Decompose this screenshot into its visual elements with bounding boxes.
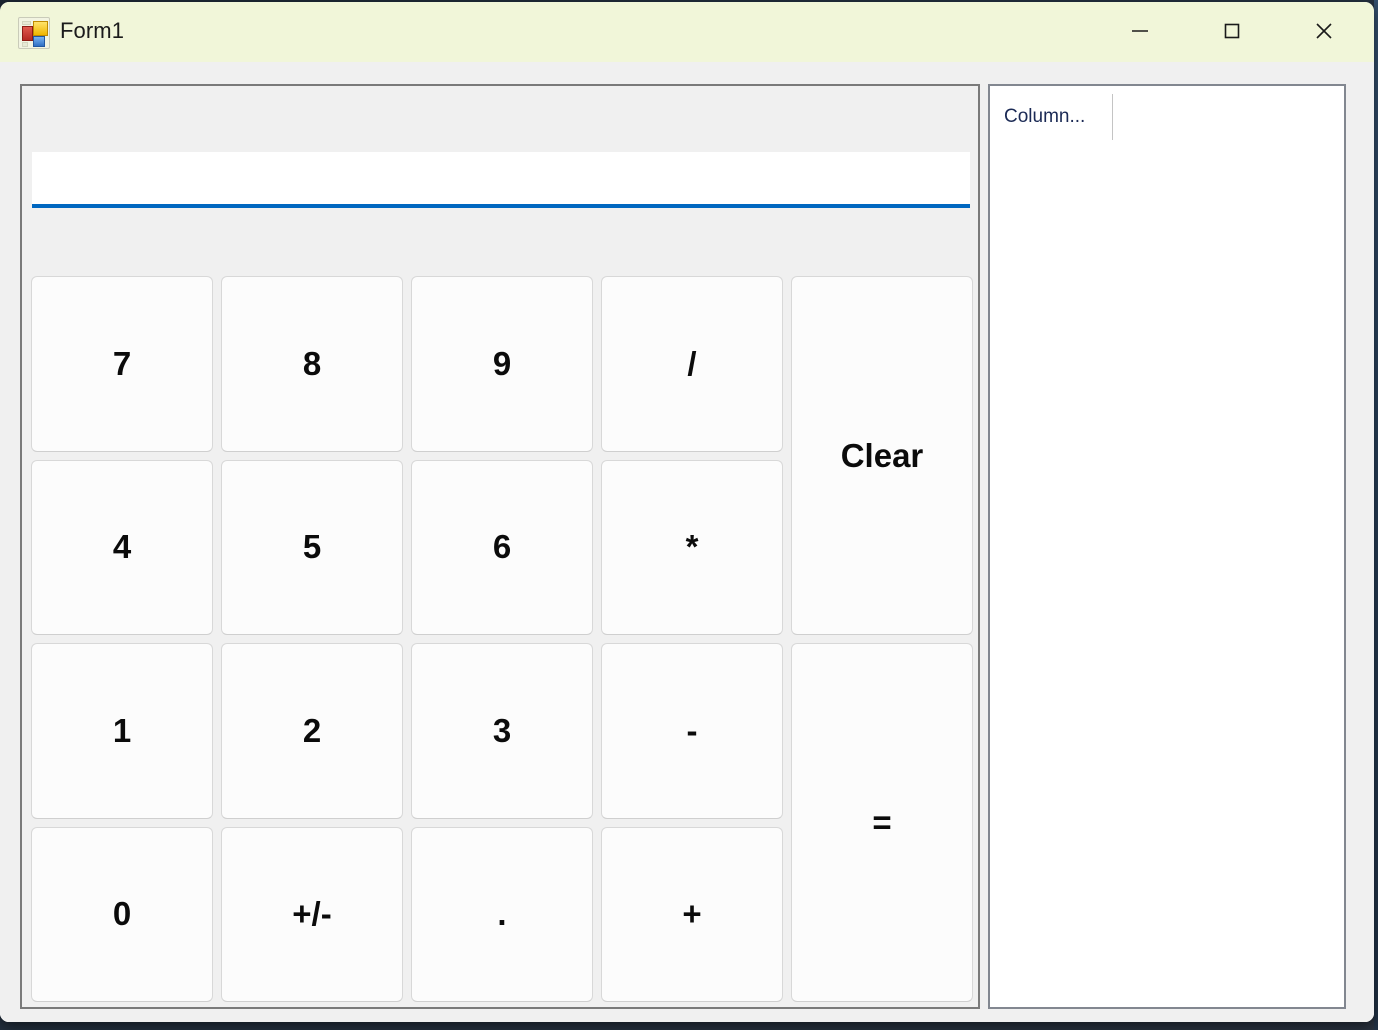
- form-client-area: 7 8 9/Clear 4 5 6 * 1 2 3- = 0 +/-. + Column...: [0, 62, 1374, 1022]
- key-digit-9[interactable]: 9: [411, 276, 593, 452]
- key-digit-6[interactable]: 6: [411, 459, 593, 635]
- calculator-panel: 7 8 9/Clear 4 5 6 * 1 2 3- = 0 +/-. +: [20, 84, 980, 1009]
- key-digit-1[interactable]: 1: [31, 643, 213, 819]
- keypad-grid: 7 8 9/Clear 4 5 6 * 1 2 3- = 0 +/-. +: [31, 276, 973, 1002]
- icon-blue-block: [33, 36, 45, 47]
- desktop-background: Form1 7 8 9 / Clear 4 5 6 * 1 2 3 - = 0 …: [0, 0, 1378, 1030]
- close-button[interactable]: [1278, 2, 1370, 60]
- grid-column-divider[interactable]: [1112, 94, 1113, 140]
- key-digit-8[interactable]: 8: [221, 276, 403, 452]
- form-bottom-strip: [0, 1012, 1374, 1022]
- key-operator-plus[interactable]: +: [601, 826, 783, 1002]
- data-grid-view[interactable]: Column...: [988, 84, 1346, 1009]
- maximize-icon: [1219, 18, 1245, 44]
- grid-header-row: Column...: [990, 86, 1344, 148]
- key-digit-4[interactable]: 4: [31, 459, 213, 635]
- title-bar: Form1: [0, 2, 1374, 62]
- icon-pale-bottom-left: [22, 42, 28, 47]
- key-digit-3[interactable]: 3: [411, 643, 593, 819]
- key-digit-7[interactable]: 7: [31, 276, 213, 452]
- key-clear-clear[interactable]: Clear: [791, 276, 973, 635]
- maximize-button[interactable]: [1186, 2, 1278, 60]
- key-operator-multiply[interactable]: *: [601, 459, 783, 635]
- display-input[interactable]: [32, 152, 970, 208]
- key-digit-0[interactable]: 0: [31, 826, 213, 1002]
- minimize-icon: [1127, 18, 1153, 44]
- key-digit-5[interactable]: 5: [221, 459, 403, 635]
- icon-pale-top-left: [22, 21, 31, 25]
- close-icon: [1310, 17, 1338, 45]
- key-sign-plus-minus[interactable]: +/-: [221, 826, 403, 1002]
- icon-red-block: [22, 26, 33, 41]
- key-digit-2[interactable]: 2: [221, 643, 403, 819]
- grid-column-header-0[interactable]: Column...: [990, 86, 1112, 148]
- window-title: Form1: [60, 18, 125, 43]
- minimize-button[interactable]: [1094, 2, 1186, 60]
- key-equals-equals[interactable]: =: [791, 643, 973, 1002]
- key-decimal-decimal[interactable]: .: [411, 826, 593, 1002]
- key-operator-minus[interactable]: -: [601, 643, 783, 819]
- key-operator-divide[interactable]: /: [601, 276, 783, 452]
- winforms-designer-icon: [18, 17, 50, 49]
- form1-window: Form1 7 8 9 / Clear 4 5 6 * 1 2 3 - = 0 …: [0, 2, 1374, 1022]
- icon-yellow-block: [33, 21, 48, 36]
- grid-body[interactable]: [990, 148, 1344, 1007]
